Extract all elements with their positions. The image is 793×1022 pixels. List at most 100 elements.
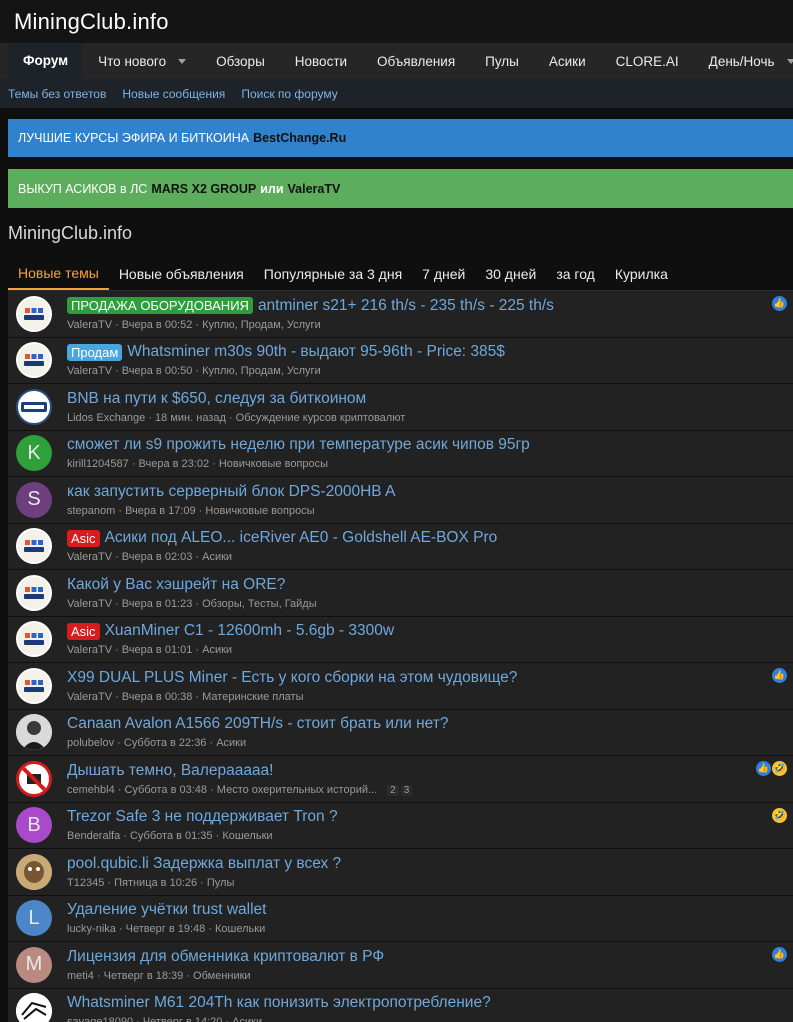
- haha-reaction-icon[interactable]: 🤣: [772, 807, 787, 823]
- nav-clore[interactable]: CLORE.AI: [601, 43, 694, 79]
- like-reaction-icon[interactable]: 👍: [772, 296, 787, 311]
- thread-title-link[interactable]: antminer s21+ 216 th/s - 235 th/s - 225 …: [258, 297, 554, 315]
- reactions: 👍 🤣: [755, 761, 787, 776]
- thread-title-link[interactable]: сможет ли s9 прожить неделю при температ…: [67, 436, 530, 454]
- thread-meta: lucky-nika · Четверг в 19:48 · Кошельки: [67, 923, 793, 935]
- nav-ads[interactable]: Объявления: [362, 43, 470, 79]
- thread-row[interactable]: M Лицензия для обменника криптовалют в РФ…: [8, 942, 793, 989]
- thread-title-line: Asic Асики под ALEO... iceRiver AE0 - Gol…: [67, 529, 793, 547]
- user-avatar[interactable]: K: [16, 435, 52, 472]
- tab-year[interactable]: за год: [546, 257, 605, 290]
- thread-title-link[interactable]: Whatsminer m30s 90th - выдают 95-96th - …: [127, 343, 505, 361]
- user-avatar[interactable]: [16, 760, 52, 797]
- thread-title-link[interactable]: Какой у Вас хэшрейт на ORE?: [67, 576, 285, 594]
- thread-prefix-badge[interactable]: Продам: [67, 343, 123, 361]
- banner-link-valera[interactable]: ValeraTV: [288, 182, 341, 196]
- thread-title-link[interactable]: Canaan Avalon A1566 209TH/s - стоит брат…: [67, 715, 448, 733]
- banner-link-mars[interactable]: MARS X2 GROUP: [151, 182, 256, 196]
- like-reaction-icon[interactable]: 👍: [772, 668, 787, 683]
- thread-prefix-badge[interactable]: Asic: [67, 622, 100, 640]
- thread-meta: ValeraTV · Вчера в 02:03 · Асики: [67, 551, 793, 563]
- user-avatar[interactable]: [16, 621, 52, 658]
- tab-new-ads[interactable]: Новые объявления: [109, 257, 254, 290]
- banner-link[interactable]: BestChange.Ru: [253, 131, 346, 145]
- nav-forum[interactable]: Форум: [8, 43, 84, 79]
- thread-row[interactable]: X99 DUAL PLUS Miner - Есть у кого сборки…: [8, 663, 793, 710]
- tab-7-days[interactable]: 7 дней: [412, 257, 475, 290]
- thread-title-link[interactable]: XuanMiner C1 - 12600mh - 5.6gb - 3300w: [105, 622, 395, 640]
- thread-title-link[interactable]: Дышать темно, Валерааааа!: [67, 762, 273, 780]
- thread-row[interactable]: pool.qubic.li Задержка выплат у всех ? T1…: [8, 849, 793, 896]
- tab-30-days[interactable]: 30 дней: [475, 257, 546, 290]
- nav-asics[interactable]: Асики: [534, 43, 601, 79]
- thread-title-link[interactable]: Whatsminer M61 204Th как понизить электр…: [67, 994, 491, 1012]
- thread-row[interactable]: ПРОДАЖА ОБОРУДОВАНИЯ antminer s21+ 216 th…: [8, 291, 793, 338]
- user-avatar[interactable]: [16, 714, 52, 751]
- chevron-down-icon[interactable]: [786, 58, 793, 64]
- thread-row[interactable]: Whatsminer M61 204Th как понизить электр…: [8, 988, 793, 1022]
- page-link[interactable]: 3: [400, 784, 413, 796]
- thread-content: Лицензия для обменника криптовалют в РФ m…: [67, 948, 793, 982]
- thread-title-link[interactable]: Асики под ALEO... iceRiver AE0 - Goldshe…: [105, 529, 498, 547]
- user-avatar[interactable]: [16, 993, 52, 1022]
- haha-reaction-icon[interactable]: 🤣: [772, 761, 787, 776]
- thread-title-link[interactable]: BNB на пути к $650, следуя за биткоином: [67, 390, 366, 408]
- banner-asic-buyback[interactable]: ВЫКУП АСИКОВ в ЛС MARS X2 GROUP или Valera…: [8, 169, 793, 208]
- thread-title-link[interactable]: Удаление учётки trust wallet: [67, 901, 266, 919]
- thread-meta-text: ValeraTV · Вчера в 01:23 · Обзоры, Тесты…: [67, 597, 317, 610]
- tab-popular-3-days[interactable]: Популярные за 3 дня: [254, 257, 412, 290]
- banner-bestchange[interactable]: ЛУЧШИЕ КУРСЫ ЭФИРА И БИТКОИНА BestChange…: [8, 119, 793, 157]
- link-unanswered[interactable]: Темы без ответов: [8, 87, 106, 101]
- nav-day-night[interactable]: День/Ночь: [694, 43, 793, 79]
- like-reaction-icon[interactable]: 👍: [756, 761, 771, 776]
- thread-row[interactable]: Sкак запустить серверный блок DPS-2000HB…: [8, 477, 793, 524]
- user-avatar[interactable]: M: [16, 946, 52, 983]
- thread-title-link[interactable]: Trezor Safe 3 не поддерживает Tron ?: [67, 808, 338, 826]
- tab-smoking-room[interactable]: Курилка: [605, 257, 678, 290]
- thread-row[interactable]: Продам Whatsminer m30s 90th - выдают 95-9…: [8, 337, 793, 384]
- user-avatar[interactable]: [16, 667, 52, 704]
- thread-row[interactable]: Дышать темно, Валерааааа! cemehbl4 · Субб…: [8, 756, 793, 803]
- thread-row[interactable]: Canaan Avalon A1566 209TH/s - стоит брат…: [8, 709, 793, 756]
- thread-row[interactable]: Какой у Вас хэшрейт на ORE? ValeraTV · Вч…: [8, 570, 793, 617]
- user-avatar[interactable]: S: [16, 481, 52, 518]
- thread-prefix-badge[interactable]: ПРОДАЖА ОБОРУДОВАНИЯ: [67, 297, 253, 315]
- thread-meta-text: stepanom · Вчера в 17:09 · Новичковые во…: [67, 504, 315, 517]
- thread-content: Удаление учётки trust wallet lucky-nika ·…: [67, 901, 793, 935]
- link-search-forum[interactable]: Поиск по форуму: [241, 87, 337, 101]
- thread-row[interactable]: Asic Асики под ALEO... iceRiver AE0 - Gol…: [8, 523, 793, 570]
- valeratv-logo-icon: [24, 540, 44, 553]
- user-avatar[interactable]: [16, 342, 52, 379]
- user-avatar[interactable]: [16, 295, 52, 332]
- thread-title-link[interactable]: pool.qubic.li Задержка выплат у всех ?: [67, 855, 341, 873]
- page-link[interactable]: 2: [387, 784, 399, 796]
- user-avatar[interactable]: B: [16, 807, 52, 844]
- tab-new-threads[interactable]: Новые темы: [8, 257, 109, 290]
- thread-prefix-badge[interactable]: Asic: [67, 529, 100, 547]
- thread-row[interactable]: BNB на пути к $650, следуя за биткоином L…: [8, 384, 793, 431]
- nav-whats-new[interactable]: Что нового: [83, 43, 201, 79]
- user-avatar[interactable]: [16, 528, 52, 565]
- user-avatar[interactable]: [16, 388, 52, 425]
- thread-row[interactable]: B Trezor Safe 3 не поддерживает Tron ? Ben…: [8, 802, 793, 849]
- user-avatar[interactable]: [16, 574, 52, 611]
- like-reaction-icon[interactable]: 👍: [772, 947, 787, 962]
- thread-meta-text: ValeraTV · Вчера в 02:03 · Асики: [67, 551, 233, 564]
- main-content: ЛУЧШИЕ КУРСЫ ЭФИРА И БИТКОИНА BestChange…: [0, 108, 793, 1022]
- thread-title-link[interactable]: как запустить серверный блок DPS-2000HB …: [67, 483, 395, 501]
- nav-reviews[interactable]: Обзоры: [201, 43, 280, 79]
- thread-row[interactable]: L Удаление учётки trust wallet lucky-nika …: [8, 895, 793, 942]
- user-avatar[interactable]: L: [16, 900, 52, 937]
- thread-row[interactable]: Asic XuanMiner C1 - 12600mh - 5.6gb - 330…: [8, 616, 793, 663]
- thread-title-link[interactable]: Лицензия для обменника криптовалют в РФ: [67, 948, 384, 966]
- user-avatar[interactable]: [16, 853, 52, 890]
- reactions: 👍: [771, 296, 787, 311]
- thread-row[interactable]: Kсможет ли s9 прожить неделю при темпера…: [8, 430, 793, 477]
- thread-title-link[interactable]: X99 DUAL PLUS Miner - Есть у кого сборки…: [67, 669, 517, 687]
- nav-pools[interactable]: Пулы: [470, 43, 534, 79]
- site-logo[interactable]: MiningClub.info: [14, 9, 169, 35]
- link-new-posts[interactable]: Новые сообщения: [122, 87, 225, 101]
- nav-news[interactable]: Новости: [280, 43, 362, 79]
- thread-meta-text: lucky-nika · Четверг в 19:48 · Кошельки: [67, 923, 266, 936]
- chevron-down-icon[interactable]: [178, 58, 187, 64]
